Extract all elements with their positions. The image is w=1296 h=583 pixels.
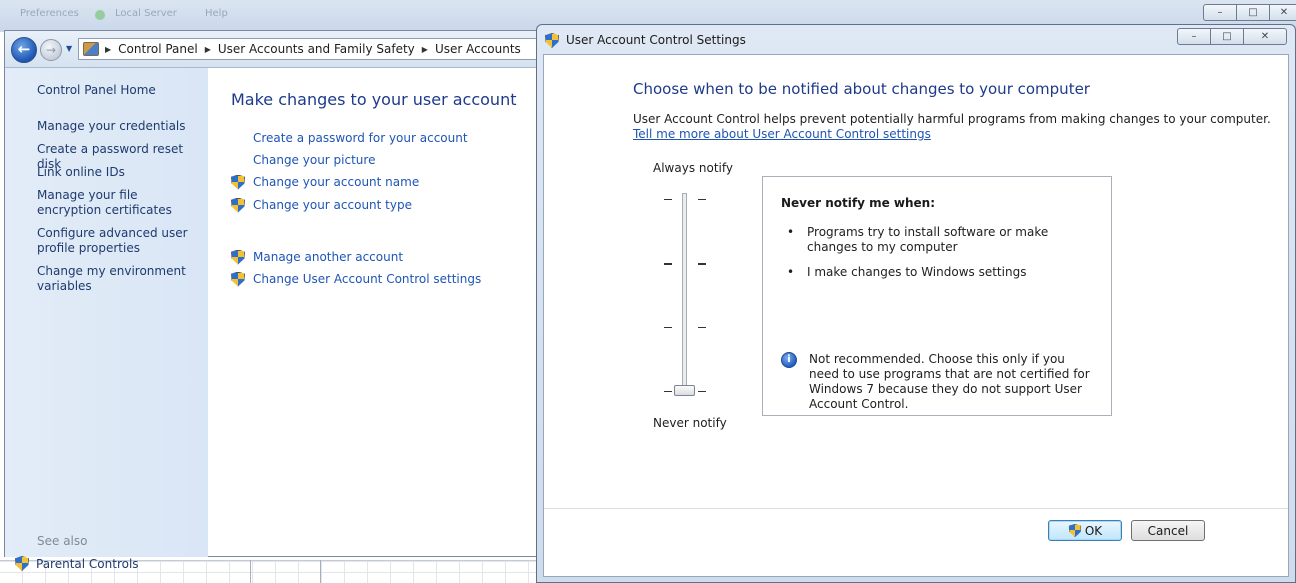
forward-arrow-icon[interactable]: →	[40, 39, 62, 61]
slider-thumb[interactable]	[674, 385, 695, 396]
ok-button-label: OK	[1084, 523, 1103, 538]
list-item: • I make changes to Windows settings	[781, 265, 1101, 280]
see-also-heading: See also	[37, 534, 88, 548]
info-icon: i	[781, 352, 797, 368]
sidebar-item-parental-controls[interactable]: Parental Controls	[15, 556, 139, 571]
bullet-icon: •	[787, 265, 795, 279]
background-divider	[320, 560, 321, 583]
breadcrumb-control-panel[interactable]: Control Panel	[118, 42, 198, 56]
level-description-panel: Never notify me when: • Programs try to …	[762, 176, 1112, 416]
uac-shield-icon	[231, 174, 245, 190]
uac-shield-icon	[545, 33, 559, 48]
link-change-uac-settings[interactable]: Change User Account Control settings	[231, 271, 481, 287]
address-bar: ← → ▼ ▶ Control Panel ▶ User Accounts an…	[5, 31, 565, 68]
link-label[interactable]: Change your account type	[253, 198, 412, 212]
link-label[interactable]: Change your account name	[253, 175, 419, 189]
uac-settings-dialog: User Account Control Settings – □ ✕ Choo…	[536, 24, 1296, 583]
level-description-list: • Programs try to install software or ma…	[781, 225, 1101, 290]
sidebar-item-link-online-ids[interactable]: Link online IDs	[37, 165, 197, 180]
dialog-description: User Account Control helps prevent poten…	[633, 112, 1271, 126]
slider-tick	[698, 263, 706, 265]
user-accounts-window: ← → ▼ ▶ Control Panel ▶ User Accounts an…	[4, 30, 565, 571]
page-title: Make changes to your user account	[231, 90, 517, 109]
sidebar-item-file-encryption[interactable]: Manage your file encryption certificates	[37, 188, 197, 218]
chevron-right-icon[interactable]: ▶	[422, 45, 428, 54]
chevron-right-icon[interactable]: ▶	[205, 45, 211, 54]
uac-shield-icon	[231, 271, 245, 287]
slider-tick	[664, 199, 672, 200]
recent-pages-dropdown-icon[interactable]: ▼	[66, 44, 72, 53]
maximize-icon[interactable]: □	[1236, 4, 1270, 21]
slider-tick	[664, 391, 672, 392]
dialog-window-controls: – □ ✕	[1177, 28, 1287, 45]
server-status-icon	[95, 10, 105, 20]
ok-button[interactable]: OK	[1048, 520, 1122, 541]
breadcrumb[interactable]: ▶ Control Panel ▶ User Accounts and Fami…	[78, 38, 548, 60]
divider	[544, 508, 1288, 509]
background-menu-preferences: Preferences	[20, 8, 79, 19]
link-label[interactable]: Create a password for your account	[253, 131, 468, 145]
close-icon[interactable]: ✕	[1269, 4, 1296, 21]
recommendation-note: i Not recommended. Choose this only if y…	[781, 352, 1094, 412]
link-label[interactable]: Change your picture	[253, 153, 375, 167]
slider-tick	[698, 391, 706, 392]
back-arrow-icon[interactable]: ←	[11, 37, 37, 63]
sidebar-item-label[interactable]: Parental Controls	[36, 557, 139, 571]
slider-tick	[664, 263, 672, 265]
close-icon[interactable]: ✕	[1243, 28, 1287, 45]
link-label[interactable]: Change User Account Control settings	[253, 272, 481, 286]
link-create-password[interactable]: Create a password for your account	[231, 130, 468, 146]
slider-top-label: Always notify	[653, 161, 733, 175]
sidebar-item-manage-credentials[interactable]: Manage your credentials	[37, 119, 197, 134]
main-window-controls: – □ ✕	[1203, 4, 1296, 21]
background-divider	[250, 560, 251, 583]
link-change-account-name[interactable]: Change your account name	[231, 174, 419, 190]
dialog-body: Choose when to be notified about changes…	[543, 54, 1289, 577]
slider-tick	[698, 199, 706, 200]
sidebar-item-advanced-profile[interactable]: Configure advanced user profile properti…	[37, 226, 197, 256]
bullet-icon: •	[787, 225, 795, 239]
level-description-title: Never notify me when:	[781, 196, 936, 210]
background-menu-help: Help	[205, 8, 228, 19]
cancel-button[interactable]: Cancel	[1131, 520, 1205, 541]
slider-bottom-label: Never notify	[653, 416, 727, 430]
control-panel-icon	[83, 42, 99, 56]
uac-shield-icon	[15, 556, 29, 571]
notification-level-slider[interactable]	[682, 193, 687, 393]
minimize-icon[interactable]: –	[1177, 28, 1211, 45]
maximize-icon[interactable]: □	[1210, 28, 1244, 45]
list-item-text: I make changes to Windows settings	[807, 265, 1027, 279]
sidebar-item-environment-variables[interactable]: Change my environment variables	[37, 264, 197, 294]
link-label[interactable]: Manage another account	[253, 250, 403, 264]
list-item-text: Programs try to install software or make…	[807, 225, 1049, 254]
breadcrumb-user-accounts-family-safety[interactable]: User Accounts and Family Safety	[218, 42, 415, 56]
uac-shield-icon	[1068, 523, 1082, 538]
uac-shield-icon	[231, 197, 245, 213]
sidebar-item-control-panel-home[interactable]: Control Panel Home	[37, 83, 197, 98]
link-manage-another-account[interactable]: Manage another account	[231, 249, 403, 265]
learn-more-link[interactable]: Tell me more about User Account Control …	[633, 127, 931, 141]
list-item: • Programs try to install software or ma…	[781, 225, 1101, 255]
link-change-account-type[interactable]: Change your account type	[231, 197, 412, 213]
slider-tick	[698, 327, 706, 328]
background-menu-local-server: Local Server	[115, 8, 177, 19]
dialog-heading: Choose when to be notified about changes…	[633, 80, 1090, 98]
minimize-icon[interactable]: –	[1203, 4, 1237, 21]
link-change-picture[interactable]: Change your picture	[231, 152, 375, 168]
uac-shield-icon	[231, 249, 245, 265]
breadcrumb-user-accounts[interactable]: User Accounts	[435, 42, 521, 56]
slider-tick	[664, 327, 672, 328]
recommendation-text: Not recommended. Choose this only if you…	[809, 352, 1090, 411]
sidebar: Control Panel Home Manage your credentia…	[5, 68, 208, 571]
chevron-right-icon[interactable]: ▶	[105, 45, 111, 54]
dialog-title: User Account Control Settings	[566, 33, 746, 47]
